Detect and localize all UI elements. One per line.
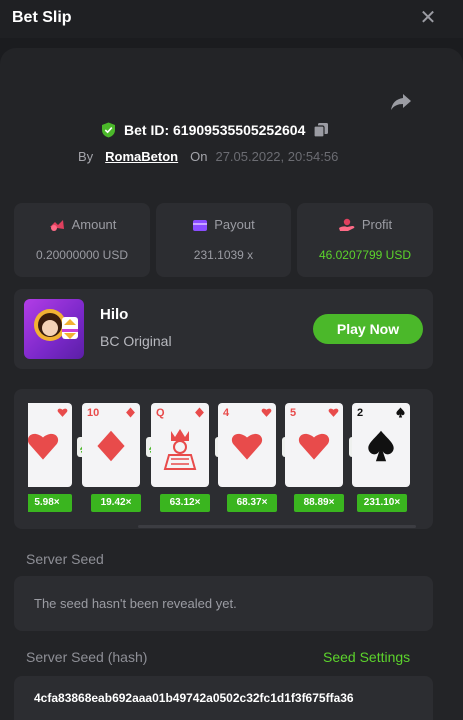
card-rank: 4	[223, 407, 230, 419]
card-rank: 10	[87, 407, 100, 419]
wallet-icon	[193, 219, 208, 231]
server-seed-hash-field: 4cfa83868eab692aaa01b49742a0502c32fc1d1f…	[14, 676, 433, 720]
profit-stat: Profit 46.0207799 USD	[297, 203, 433, 277]
bet-author-row: By RomaBeton On 27.05.2022, 20:54:56	[78, 147, 338, 165]
bet-slip-header: Bet Slip ✕	[0, 0, 463, 38]
game-subtitle: BC Original	[100, 333, 172, 349]
multiplier-badge: 63.12×	[160, 494, 210, 512]
payout-value: 231.1039 x	[193, 248, 254, 262]
game-card: Hilo BC Original Play Now	[14, 289, 433, 369]
bet-id-row: Bet ID: 6190953550525260​4	[101, 121, 329, 139]
copy-icon[interactable]	[313, 122, 329, 138]
coins-icon	[49, 219, 64, 231]
card-rank: 2	[357, 407, 364, 419]
amount-value: 0.20000000 USD	[35, 248, 129, 262]
queen-figure-icon	[163, 429, 197, 470]
server-seed-value: The seed hasn't been revealed yet.	[34, 596, 237, 611]
shield-check-icon	[102, 122, 115, 138]
spade-icon	[368, 430, 394, 462]
diamond-icon	[97, 430, 125, 462]
bet-date: 27.05.2022, 20:54:56	[215, 148, 339, 164]
heart-icon	[231, 433, 263, 460]
seed-settings-link[interactable]: Seed Settings	[323, 649, 410, 665]
heart-icon	[28, 434, 59, 460]
card-rank: 5	[290, 407, 297, 419]
hand-coin-icon	[338, 218, 355, 231]
diamond-icon	[126, 407, 135, 418]
play-now-button[interactable]: Play Now	[313, 314, 423, 344]
multiplier-badge: 68.37×	[227, 494, 277, 512]
server-seed-hash-value[interactable]: 4cfa83868eab692aaa01b49742a0502c32fc1d1f…	[34, 691, 410, 705]
user-link[interactable]: RomaBeton	[105, 149, 178, 164]
payout-title: Payout	[214, 217, 255, 232]
playing-card: 10	[82, 403, 140, 487]
heart-icon	[298, 433, 330, 460]
playing-card	[28, 403, 72, 487]
multiplier-badge: 88.89×	[294, 494, 344, 512]
diamond-icon	[195, 407, 204, 418]
by-label: By	[78, 148, 94, 164]
game-name: Hilo	[100, 306, 129, 323]
hilo-game-thumbnail	[24, 299, 84, 359]
profit-value: 46.0207799 USD	[318, 248, 412, 262]
heart-icon	[57, 408, 68, 417]
amount-stat: Amount 0.20000000 USD	[14, 203, 150, 277]
spade-icon	[396, 407, 405, 418]
playing-card: 2	[352, 403, 410, 487]
cards-scroll-area[interactable]: 5.98× 10 19.42× Q 63.12× 4 68.37× 5 88.8…	[28, 403, 412, 515]
playing-card: Q	[151, 403, 209, 487]
profit-title: Profit	[361, 217, 393, 232]
bet-slip-title: Bet Slip	[12, 9, 72, 26]
heart-icon	[261, 408, 272, 417]
cards-scrollbar[interactable]	[138, 525, 416, 528]
playing-card: 5	[285, 403, 343, 487]
on-label: On	[190, 148, 208, 164]
card-rank: Q	[156, 407, 165, 419]
close-icon[interactable]: ✕	[418, 8, 438, 28]
server-seed-field: The seed hasn't been revealed yet.	[14, 576, 433, 631]
amount-title: Amount	[71, 217, 117, 232]
payout-stat: Payout 231.1039 x	[156, 203, 291, 277]
server-seed-hash-label: Server Seed (hash)	[26, 649, 148, 665]
server-seed-label: Server Seed	[26, 551, 104, 567]
share-icon[interactable]	[389, 89, 413, 113]
bet-id-text: Bet ID: 6190953550525260​4	[124, 122, 306, 138]
hilo-game-art	[34, 309, 78, 341]
multiplier-badge: 231.10×	[357, 494, 407, 512]
multiplier-badge: 19.42×	[91, 494, 141, 512]
heart-icon	[328, 408, 339, 417]
playing-card: 4	[218, 403, 276, 487]
multiplier-badge: 5.98×	[28, 494, 72, 512]
hilo-cards-strip: 5.98× 10 19.42× Q 63.12× 4 68.37× 5 88.8…	[14, 389, 433, 529]
